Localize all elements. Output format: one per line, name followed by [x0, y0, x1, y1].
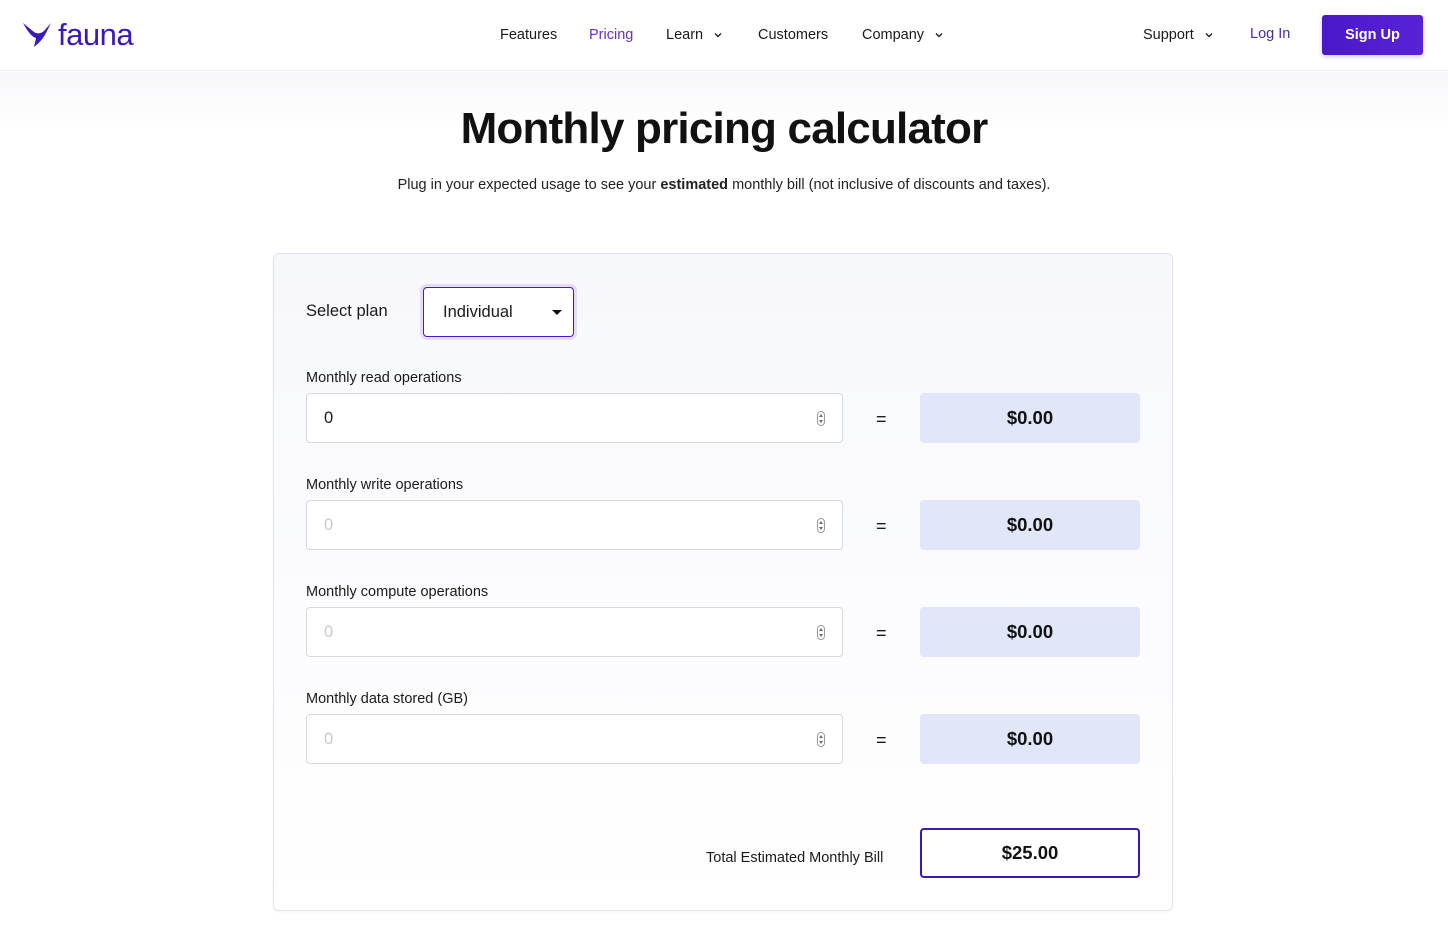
calculator-card: Select plan Individual Monthly read oper…: [273, 253, 1173, 911]
nav-learn-label: Learn: [666, 27, 704, 43]
caret-down-icon: [552, 310, 562, 315]
number-spinner-icon[interactable]: [817, 625, 825, 640]
nav-company[interactable]: Company: [862, 26, 944, 44]
nav-features-label: Features: [500, 27, 558, 43]
read-ops-label: Monthly read operations: [306, 370, 462, 386]
data-stored-cost: $0.00: [920, 714, 1140, 764]
data-stored-input[interactable]: 0: [306, 714, 843, 764]
nav-company-label: Company: [862, 27, 925, 43]
chevron-down-icon: [1205, 33, 1213, 38]
data-stored-placeholder: 0: [324, 729, 334, 748]
nav-customers-label: Customers: [758, 27, 829, 43]
nav-customers[interactable]: Customers: [758, 26, 828, 44]
read-ops-cost: $0.00: [920, 393, 1140, 443]
logo[interactable]: fauna: [22, 17, 134, 52]
read-ops-value: 0: [324, 408, 334, 427]
subtitle-bold: estimated: [660, 177, 729, 193]
compute-ops-placeholder: 0: [324, 622, 334, 641]
login-link[interactable]: Log In: [1250, 26, 1290, 42]
number-spinner-icon[interactable]: [817, 411, 825, 426]
subtitle-post: monthly bill (not inclusive of discounts…: [728, 177, 1051, 193]
nav-support-label: Support: [1143, 27, 1194, 43]
equals-sign: =: [876, 730, 887, 750]
equals-sign: =: [876, 623, 887, 643]
nav-pricing-label: Pricing: [589, 27, 634, 43]
nav-learn[interactable]: Learn: [666, 26, 723, 44]
total-estimated-bill: $25.00: [920, 828, 1140, 878]
chevron-down-icon: [714, 33, 722, 38]
number-spinner-icon[interactable]: [817, 732, 825, 747]
read-ops-input[interactable]: 0: [306, 393, 843, 443]
write-ops-placeholder: 0: [324, 515, 334, 534]
number-spinner-icon[interactable]: [817, 518, 825, 533]
compute-ops-cost: $0.00: [920, 607, 1140, 657]
chevron-down-icon: [935, 33, 943, 38]
nav-features[interactable]: Features: [500, 26, 557, 44]
site-header: fauna Features Pricing Learn Customers C…: [0, 0, 1448, 71]
write-ops-input[interactable]: 0: [306, 500, 843, 550]
compute-ops-label: Monthly compute operations: [306, 584, 489, 600]
nav-pricing[interactable]: Pricing: [589, 26, 633, 44]
nav-support[interactable]: Support: [1143, 26, 1214, 44]
equals-sign: =: [876, 516, 887, 536]
page-subtitle: Plug in your expected usage to see your …: [0, 177, 1448, 193]
logo-text: fauna: [58, 17, 134, 52]
data-stored-label: Monthly data stored (GB): [306, 691, 468, 707]
compute-ops-input[interactable]: 0: [306, 607, 843, 657]
equals-sign: =: [876, 409, 887, 429]
bird-logo-icon: [23, 23, 51, 47]
total-label: Total Estimated Monthly Bill: [706, 850, 884, 866]
write-ops-label: Monthly write operations: [306, 477, 464, 493]
subtitle-pre: Plug in your expected usage to see your: [397, 177, 661, 193]
plan-select-value: Individual: [443, 302, 513, 321]
write-ops-cost: $0.00: [920, 500, 1140, 550]
plan-label: Select plan: [306, 302, 388, 320]
signup-button[interactable]: Sign Up: [1322, 15, 1423, 55]
page-title: Monthly pricing calculator: [460, 104, 989, 153]
plan-select[interactable]: Individual: [423, 287, 574, 337]
